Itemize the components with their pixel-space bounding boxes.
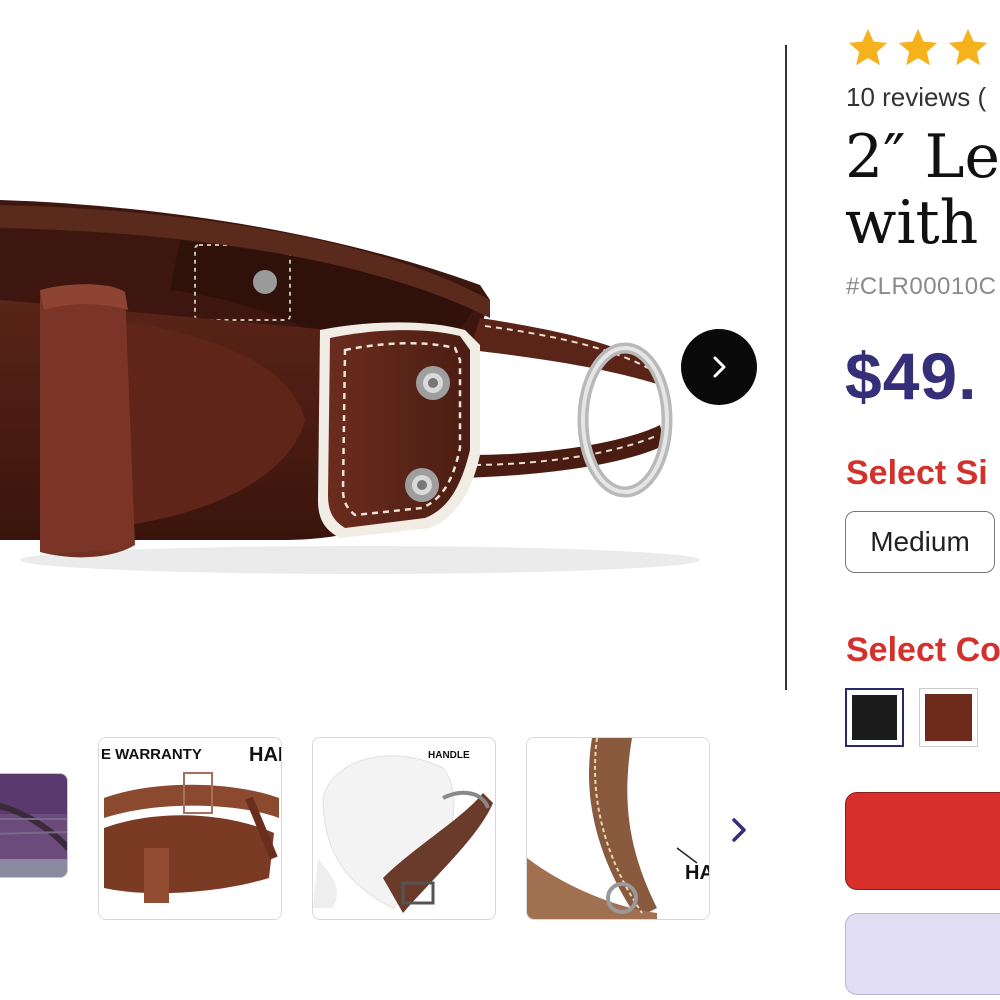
select-size-label: Select Si xyxy=(846,454,988,492)
rating-stars xyxy=(845,25,991,71)
star-icon xyxy=(848,28,888,66)
chevron-right-icon xyxy=(713,356,726,378)
panel-divider xyxy=(785,45,787,690)
thumbnail-caption: HAI xyxy=(685,862,709,884)
thumbnail-3[interactable]: HANDLE xyxy=(312,737,496,920)
buy-now-button[interactable] xyxy=(845,913,1000,995)
product-title-line: 2″ Lea xyxy=(845,122,1000,192)
image-next-button[interactable] xyxy=(681,329,757,405)
product-price: $49. xyxy=(845,339,978,413)
thumbnail-2[interactable]: E WARRANTY HAN xyxy=(98,737,282,920)
color-swatch-brown[interactable] xyxy=(919,688,978,747)
thumbnail-1[interactable] xyxy=(0,773,68,878)
thumbnails-next-button[interactable] xyxy=(722,808,756,852)
add-to-cart-button[interactable] xyxy=(845,792,1000,890)
product-sku: #CLR00010C xyxy=(846,273,997,300)
main-product-image[interactable] xyxy=(0,0,780,700)
thumbnail-caption: HAN xyxy=(249,744,281,766)
thumbnail-4[interactable]: HAI xyxy=(526,737,710,920)
reviews-link[interactable]: 10 reviews ( xyxy=(846,82,986,113)
size-option-medium[interactable]: Medium xyxy=(845,511,995,573)
product-title: 2″ Lea with xyxy=(845,124,1000,256)
star-icon xyxy=(948,28,988,66)
thumbnail-caption: E WARRANTY xyxy=(101,746,202,763)
thumbnail-caption: HANDLE xyxy=(428,750,470,761)
product-title-line: with xyxy=(845,188,979,258)
color-swatch-black[interactable] xyxy=(845,688,904,747)
chevron-right-icon xyxy=(732,818,746,842)
star-icon xyxy=(898,28,938,66)
select-color-label: Select Co xyxy=(846,631,1000,669)
